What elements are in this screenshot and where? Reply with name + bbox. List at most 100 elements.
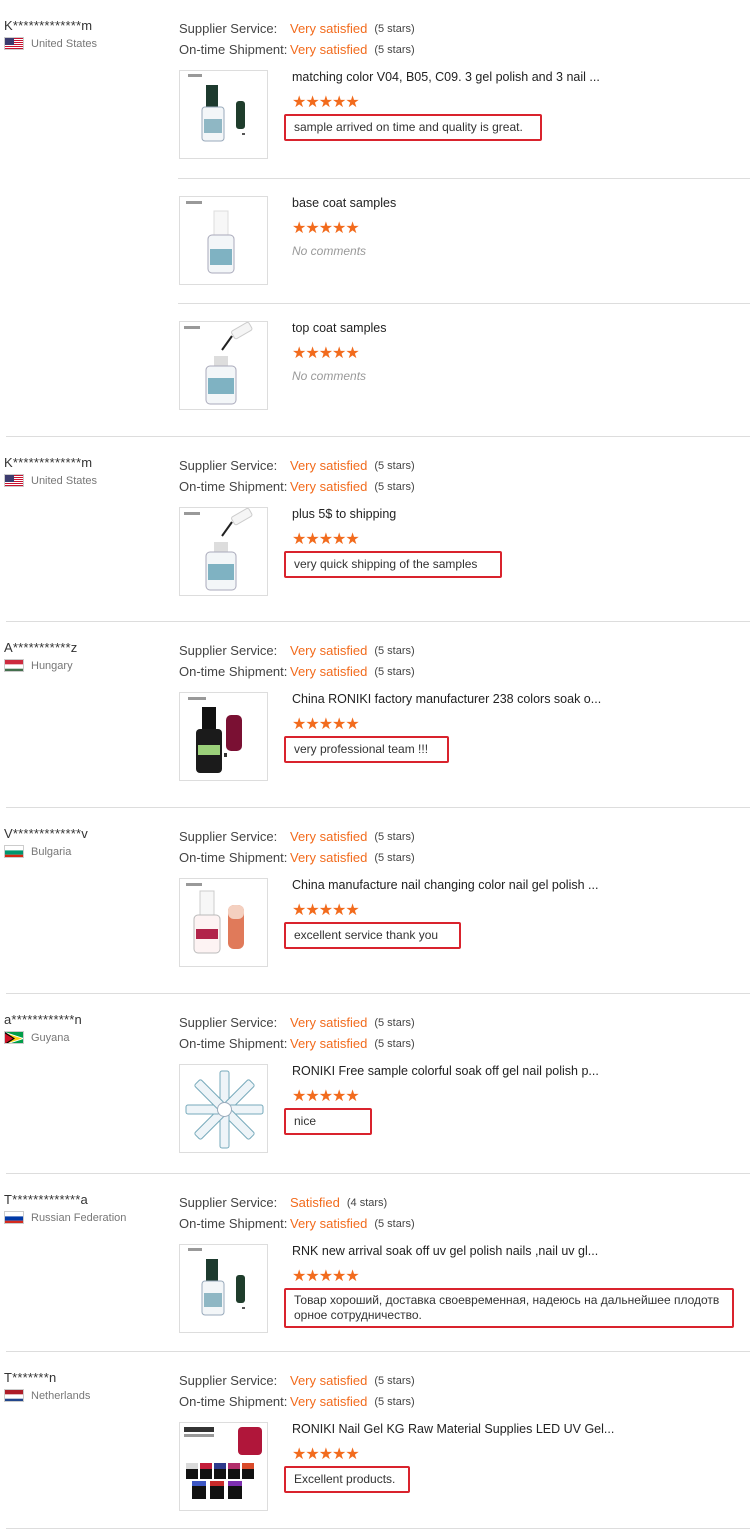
- star-icon: ★: [332, 902, 346, 919]
- review-comment: very professional team !!!: [284, 736, 449, 763]
- flag-gy-icon: [4, 1031, 24, 1044]
- product-title-link[interactable]: RNK new arrival soak off uv gel polish n…: [292, 1244, 598, 1258]
- no-comments-text: No comments: [292, 369, 367, 383]
- ontime-shipment-label: On-time Shipment:: [179, 1216, 288, 1231]
- supplier-service-label: Supplier Service:: [179, 458, 278, 473]
- ontime-shipment-label: On-time Shipment:: [179, 1036, 288, 1051]
- ontime-shipment-stars-text: (5 stars): [374, 1037, 415, 1050]
- country-name: United States: [31, 474, 98, 487]
- reviewer-info: A***********z Hungary: [4, 640, 77, 672]
- product-title-link[interactable]: plus 5$ to shipping: [292, 507, 396, 521]
- supplier-service-value: Very satisfied: [290, 21, 368, 36]
- reviewer-country: Bulgaria: [4, 845, 88, 858]
- supplier-service-rating: Supplier Service: Very satisfied (5 stars): [179, 1370, 415, 1391]
- star-icon: ★: [318, 1446, 333, 1463]
- product-title-link[interactable]: RONIKI Free sample colorful soak off gel…: [292, 1064, 599, 1078]
- product-thumbnail[interactable]: [179, 507, 268, 596]
- reviewer-info: a************n Guyana: [4, 1012, 82, 1044]
- supplier-service-value: Very satisfied: [290, 829, 368, 844]
- service-ratings: Supplier Service: Satisfied (4 stars) On-ti…: [179, 1192, 415, 1234]
- star-icon: ★: [292, 531, 306, 548]
- reviewer-name: V*************v: [4, 826, 88, 841]
- star-icon: ★: [292, 220, 306, 237]
- star-icon: ★: [345, 94, 359, 111]
- star-icon: ★: [345, 220, 359, 237]
- star-icon: ★: [345, 1446, 359, 1463]
- product-title-link[interactable]: China manufacture nail changing color na…: [292, 878, 598, 892]
- star-icon: ★: [318, 345, 333, 362]
- star-icon: ★: [332, 1088, 346, 1105]
- star-icon: ★: [332, 1446, 346, 1463]
- product-title-link[interactable]: matching color V04, B05, C09. 3 gel poli…: [292, 70, 600, 84]
- product-thumbnail[interactable]: [179, 878, 268, 967]
- no-comments-text: No comments: [292, 244, 367, 258]
- product-title-link[interactable]: China RONIKI factory manufacturer 238 co…: [292, 692, 601, 706]
- product-thumbnail[interactable]: [179, 692, 268, 781]
- product-title-link[interactable]: top coat samples: [292, 321, 387, 335]
- ontime-shipment-label: On-time Shipment:: [179, 664, 288, 679]
- star-icon: ★: [292, 345, 306, 362]
- product-review: China manufacture nail changing color na…: [178, 878, 750, 1003]
- reviewer-info: K*************m United States: [4, 455, 97, 487]
- star-icon: ★: [318, 1268, 333, 1285]
- product-review: matching color V04, B05, C09. 3 gel poli…: [178, 70, 750, 195]
- reviewer-info: K*************m United States: [4, 18, 97, 50]
- product-thumbnail[interactable]: [179, 1064, 268, 1153]
- review-comment: nice: [284, 1108, 372, 1135]
- ontime-shipment-stars-text: (5 stars): [374, 665, 415, 678]
- review-entry: A***********z Hungary Supplier Service: Ver…: [4, 622, 750, 808]
- product-thumbnail[interactable]: [179, 196, 268, 285]
- product-thumbnail[interactable]: [179, 321, 268, 410]
- service-ratings: Supplier Service: Very satisfied (5 stars)…: [179, 18, 415, 60]
- reviewer-country: Hungary: [4, 659, 77, 672]
- flag-nl-icon: [4, 1389, 24, 1402]
- ontime-shipment-stars-text: (5 stars): [374, 43, 415, 56]
- supplier-service-value: Very satisfied: [290, 458, 368, 473]
- star-icon: ★: [305, 902, 319, 919]
- product-title-link[interactable]: base coat samples: [292, 196, 396, 210]
- product-review: RONIKI Nail Gel KG Raw Material Supplies…: [178, 1422, 750, 1529]
- service-ratings: Supplier Service: Very satisfied (5 stars)…: [179, 1012, 415, 1054]
- ontime-shipment-rating: On-time Shipment: Very satisfied (5 stars): [179, 1213, 415, 1234]
- star-icon: ★: [292, 902, 306, 919]
- product-review: China RONIKI factory manufacturer 238 co…: [178, 692, 750, 817]
- star-icon: ★: [332, 220, 346, 237]
- product-star-rating: ★★★★★: [292, 714, 360, 734]
- reviewer-name: K*************m: [4, 18, 93, 33]
- star-icon: ★: [345, 1088, 359, 1105]
- review-entry: K*************m United States Supplier Ser…: [4, 0, 750, 437]
- reviewer-name: a************n: [4, 1012, 82, 1027]
- reviewer-name: T*************a: [4, 1192, 88, 1207]
- supplier-service-label: Supplier Service:: [179, 1195, 278, 1210]
- product-thumbnail[interactable]: [179, 70, 268, 159]
- ontime-shipment-value: Very satisfied: [290, 1036, 368, 1051]
- supplier-service-stars-text: (5 stars): [374, 644, 415, 657]
- star-icon: ★: [318, 531, 333, 548]
- country-name: United States: [31, 37, 98, 50]
- ontime-shipment-value: Very satisfied: [290, 850, 368, 865]
- star-icon: ★: [318, 716, 333, 733]
- service-ratings: Supplier Service: Very satisfied (5 stars)…: [179, 455, 415, 497]
- product-review: RNK new arrival soak off uv gel polish n…: [178, 1244, 750, 1369]
- review-entry: T*************a Russian Federation Supplie…: [4, 1174, 750, 1352]
- supplier-service-stars-text: (5 stars): [374, 459, 415, 472]
- review-comment: very quick shipping of the samples: [284, 551, 502, 578]
- star-icon: ★: [292, 716, 306, 733]
- star-icon: ★: [318, 902, 333, 919]
- product-star-rating: ★★★★★: [292, 218, 360, 238]
- flag-ru-icon: [4, 1211, 24, 1224]
- star-icon: ★: [305, 94, 319, 111]
- supplier-service-label: Supplier Service:: [179, 21, 278, 36]
- ontime-shipment-value: Very satisfied: [290, 1216, 368, 1231]
- ontime-shipment-stars-text: (5 stars): [374, 480, 415, 493]
- flag-hu-icon: [4, 659, 24, 672]
- product-thumbnail[interactable]: [179, 1422, 268, 1511]
- ontime-shipment-rating: On-time Shipment: Very satisfied (5 stars): [179, 1033, 415, 1054]
- country-name: Netherlands: [31, 1389, 91, 1402]
- product-thumbnail[interactable]: [179, 1244, 268, 1333]
- product-star-rating: ★★★★★: [292, 529, 360, 549]
- supplier-service-rating: Supplier Service: Very satisfied (5 stars): [179, 826, 415, 847]
- star-icon: ★: [292, 94, 306, 111]
- product-title-link[interactable]: RONIKI Nail Gel KG Raw Material Supplies…: [292, 1422, 614, 1436]
- supplier-service-value: Very satisfied: [290, 1373, 368, 1388]
